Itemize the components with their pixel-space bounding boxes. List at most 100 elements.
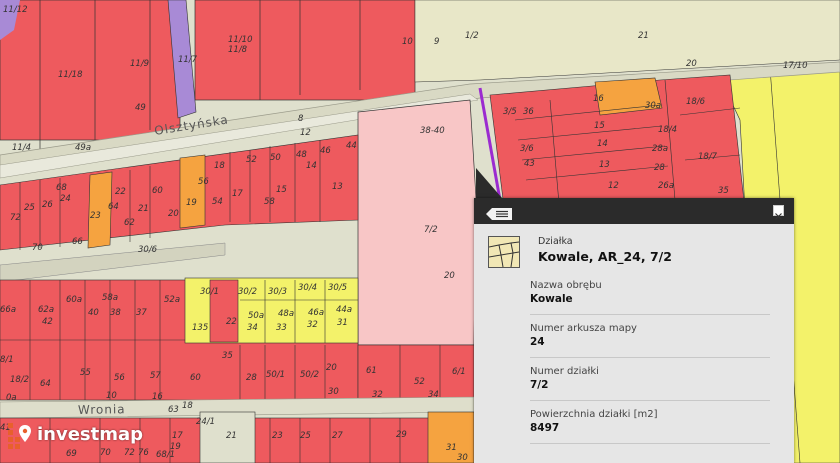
logo-text: investmap [37, 424, 144, 445]
parcel-number-label: 38-40 [420, 126, 445, 136]
parcel-number-label: 44 [346, 141, 357, 151]
parcel-number-label: 11/4 [12, 143, 31, 153]
parcel-number-label: 25 [24, 203, 35, 213]
parcel-number-label: 26 [42, 200, 53, 210]
parcel-number-label: 60 [152, 186, 163, 196]
parcel-number-label: 72 [10, 213, 21, 223]
parcel-number-label: 56 [198, 177, 209, 187]
parcel-info-popup: Działka Kowale, AR_24, 7/2 Nazwa obrębu … [474, 198, 794, 463]
parcel-number-label: 32 [372, 390, 383, 400]
attribute-label: Numer działki [530, 366, 599, 377]
parcel-number-label: 50a [248, 311, 264, 321]
menu-icon[interactable] [486, 205, 512, 220]
popup-pointer [476, 168, 502, 198]
parcel-number-label: 20 [168, 209, 179, 219]
logo-icon [8, 423, 31, 449]
parcel-number-label: 28a [652, 144, 668, 154]
parcel-number-label: 50/2 [300, 370, 319, 380]
parcel-number-label: 36 [523, 107, 534, 117]
parcel-number-label: 40 [88, 308, 99, 318]
parcel-number-label: 35 [718, 186, 729, 196]
attribute-value: 7/2 [530, 379, 549, 391]
parcel-number-label: 52 [246, 155, 257, 165]
parcel-block[interactable] [0, 0, 181, 141]
parcel-number-label: 60 [190, 373, 201, 383]
parcel-number-label: 44a [336, 305, 352, 315]
parcel-number-label: 10 [402, 37, 413, 47]
parcel-number-label: 28 [246, 373, 257, 383]
parcel-number-label: 11/8 [228, 45, 248, 55]
parcel-number-label: 64 [40, 379, 51, 389]
parcel-number-label: 15 [594, 121, 605, 131]
parcel-number-label: 7/2 [424, 225, 438, 235]
parcel-number-label: 18/7 [698, 152, 718, 162]
attribute-label: Powierzchnia działki [m2] [530, 409, 658, 420]
parcel-number-label: 30a [645, 101, 661, 111]
parcel-number-label: 11/18 [58, 70, 83, 80]
parcel-number-label: 62 [124, 218, 135, 228]
attribute-label: Numer arkusza mapy [530, 323, 637, 334]
parcel-number-label: 18 [182, 401, 193, 411]
parcel-number-label: 16 [593, 94, 604, 104]
parcel-number-label: 46 [320, 146, 331, 156]
parcel-number-label: 30 [457, 453, 468, 463]
parcel-number-label: 29 [396, 430, 407, 440]
parcel-number-label: 6/1 [452, 367, 466, 377]
parcel-number-label: 50/1 [266, 370, 285, 380]
parcel-number-label: 52 [414, 377, 425, 387]
parcel-number-label: 3/6 [520, 144, 534, 154]
parcel-number-label: 16 [152, 392, 163, 402]
parcel-number-label: 12 [608, 181, 619, 191]
parcel-number-label: 20 [326, 363, 337, 373]
parcel-number-label: 30/2 [238, 287, 257, 297]
parcel-number-label: 57 [150, 371, 161, 381]
parcel-number-label: 19 [170, 442, 181, 452]
parcel-number-label: 22 [115, 187, 126, 197]
parcel-number-label: 55 [80, 368, 91, 378]
investmap-logo[interactable]: investmap [6, 421, 166, 451]
parcel-number-label: 27 [332, 431, 343, 441]
parcel-number-label: 14 [597, 139, 608, 149]
parcel-number-label: 50 [270, 153, 281, 163]
parcel-number-label: 17 [232, 189, 243, 199]
parcel-number-label: 58 [264, 197, 275, 207]
close-icon[interactable] [773, 205, 784, 220]
parcel-number-label: 33 [276, 323, 287, 333]
parcel-number-label: 70 [32, 243, 43, 253]
parcel-number-label: 9 [434, 37, 439, 47]
parcel-number-label: 49 [135, 103, 146, 113]
popup-title: Kowale, AR_24, 7/2 [538, 249, 672, 264]
parcel-number-label: 46a [308, 308, 324, 318]
parcel-number-label: 43 [524, 159, 535, 169]
parcel-number-label: 66 [72, 237, 83, 247]
parcel-number-label: 13 [599, 160, 610, 170]
parcel-number-label: 54 [212, 197, 223, 207]
parcel-number-label: 8 [298, 114, 304, 124]
parcel-number-label: 30/3 [268, 287, 287, 297]
parcel-number-label: 62a [38, 305, 54, 315]
parcel-number-label: 28 [654, 163, 665, 173]
parcel-number-label: 49a [75, 143, 91, 153]
parcel-number-label: 24/1 [196, 417, 215, 427]
attribute-label: Nazwa obrębu [530, 280, 602, 291]
popup-header [474, 198, 794, 224]
street-label: Wronia [78, 402, 126, 417]
parcel-number-label: 52a [164, 295, 180, 305]
parcel-number-label: 30/4 [298, 283, 317, 293]
parcel-number-label: 19 [186, 198, 197, 208]
parcel-number-label: 17 [172, 431, 183, 441]
attribute-row: Numer arkusza mapy 24 [530, 319, 770, 358]
attribute-value: 8497 [530, 422, 560, 434]
parcel-number-label: 11/9 [130, 59, 149, 69]
attribute-row: Powierzchnia działki [m2] 8497 [530, 405, 770, 444]
parcel-number-label: 15 [276, 185, 287, 195]
parcel-number-label: 22 [226, 317, 237, 327]
parcel-number-label: 23 [90, 211, 101, 221]
parcel-number-label: 20 [444, 271, 455, 281]
parcel-number-label: 63 [168, 405, 179, 415]
parcel-number-label: 11/7 [178, 55, 198, 65]
selected-parcel[interactable] [357, 99, 477, 346]
parcel-number-label: 11/10 [228, 35, 253, 45]
parcel-number-label: 10 [106, 391, 117, 401]
parcel-number-label: 30 [328, 387, 339, 397]
